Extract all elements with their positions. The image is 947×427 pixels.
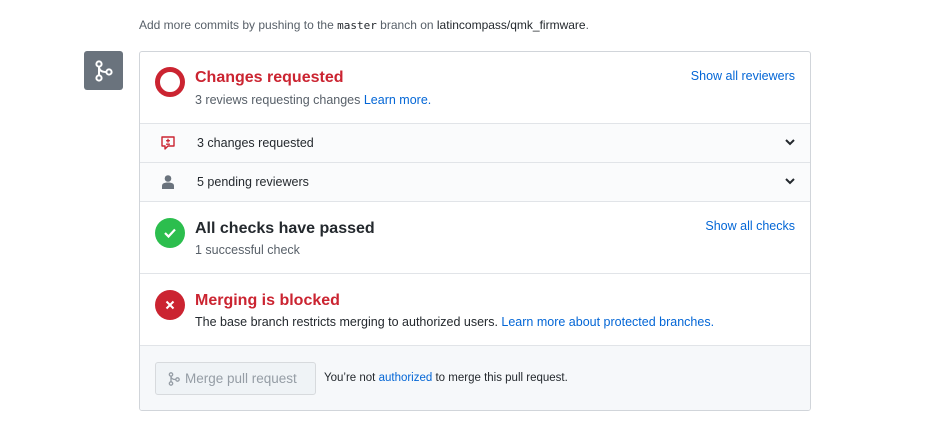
branch-name: master [337,19,377,32]
push-hint: Add more commits by pushing to the maste… [139,18,589,32]
protected-branches-link[interactable]: Learn more about protected branches. [501,315,714,329]
merge-blocked-title: Merging is blocked [195,292,340,309]
changes-requested-icon [155,67,185,97]
comment-diff-icon [160,135,176,151]
merge-permission-note: You’re not authorized to merge this pull… [324,372,568,384]
git-merge-icon [168,371,180,386]
merge-action-section: Merge pull request You’re not authorized… [140,346,810,410]
changes-requested-section: Changes requested 3 reviews requesting c… [140,52,810,124]
git-merge-icon [84,51,123,90]
authorized-link[interactable]: authorized [379,372,433,384]
learn-more-link[interactable]: Learn more. [364,93,431,107]
chevron-down-icon[interactable] [784,175,796,187]
changes-requested-count: 3 changes requested [197,136,314,150]
show-all-checks-link[interactable]: Show all checks [705,219,795,233]
merge-pull-request-button[interactable]: Merge pull request [155,362,316,395]
changes-requested-title: Changes requested [195,69,344,86]
changes-requested-row[interactable]: 3 changes requested [140,124,810,163]
merge-blocked-subtitle: The base branch restricts merging to aut… [195,315,715,329]
check-icon [155,218,185,248]
show-all-reviewers-link[interactable]: Show all reviewers [691,69,795,83]
changes-requested-subtitle: 3 reviews requesting changes Learn more. [195,93,432,107]
checks-title: All checks have passed [195,220,375,237]
pending-reviewers-count: 5 pending reviewers [197,175,309,189]
merge-button-label: Merge pull request [185,371,297,386]
repo-name: latincompass/qmk_firmware [436,18,586,32]
chevron-down-icon[interactable] [784,136,796,148]
x-icon [155,290,185,320]
checks-subtitle: 1 successful check [195,243,300,257]
pending-reviewers-row[interactable]: 5 pending reviewers [140,163,810,202]
person-icon [160,174,176,190]
checks-section: All checks have passed 1 successful chec… [140,202,810,274]
merge-blocked-section: Merging is blocked The base branch restr… [140,274,810,346]
merge-status-panel: Changes requested 3 reviews requesting c… [139,51,811,411]
